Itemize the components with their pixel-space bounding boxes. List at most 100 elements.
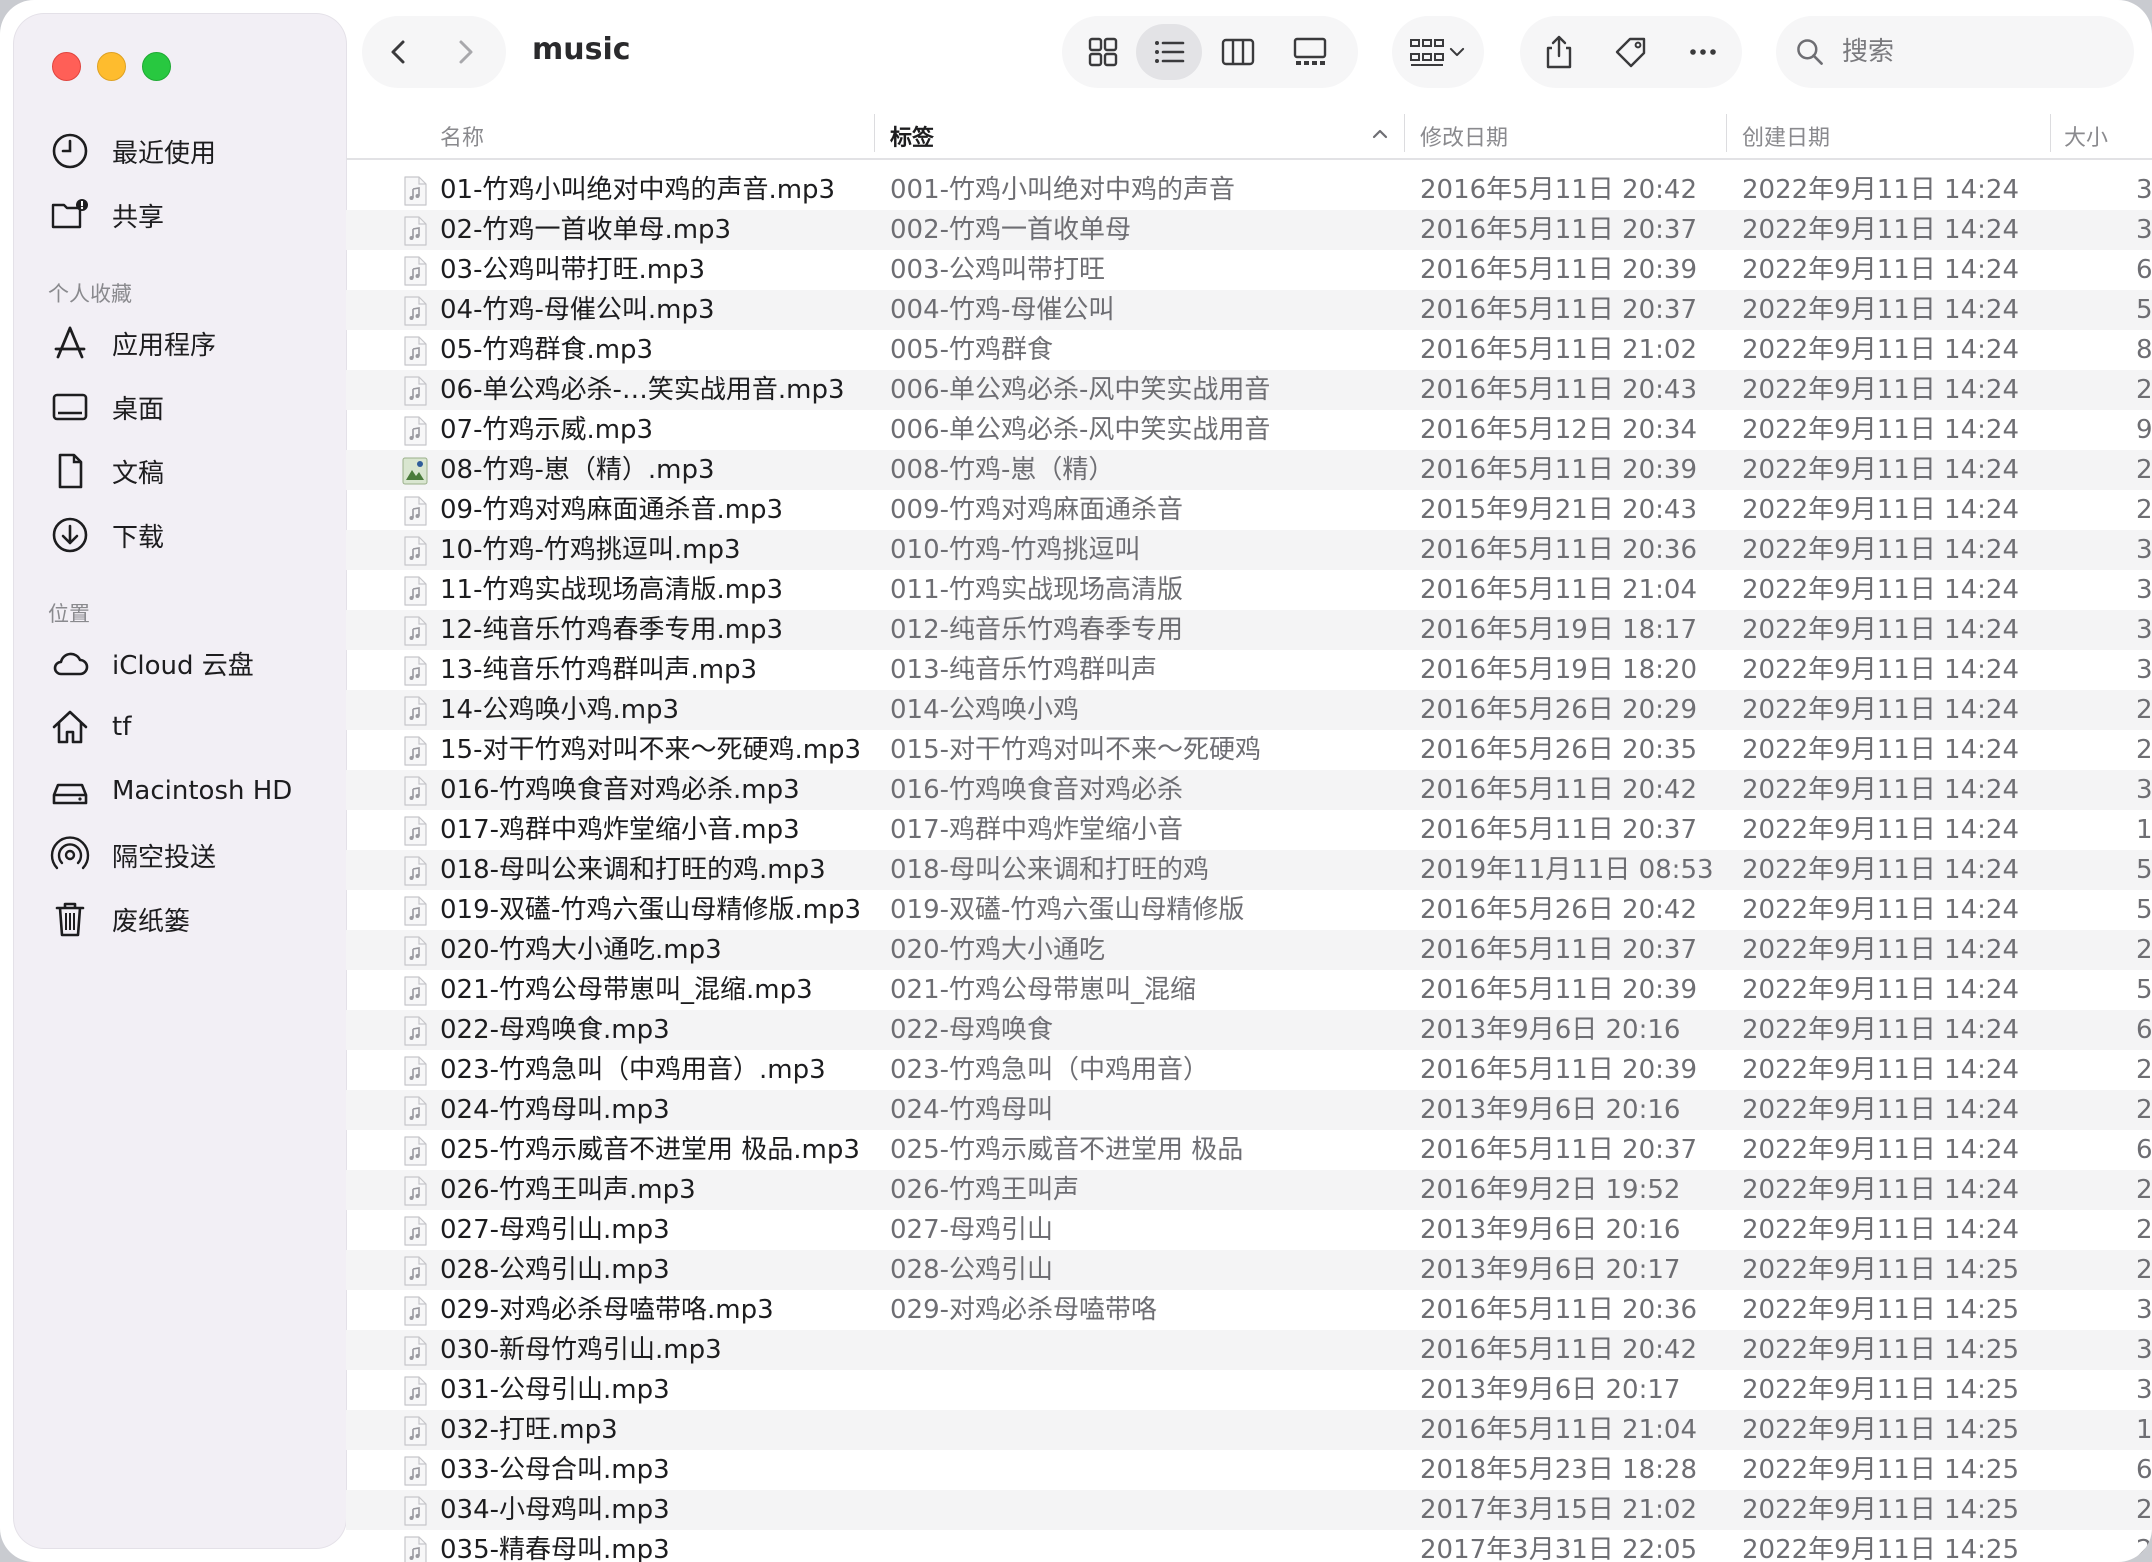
file-row[interactable]: 016-竹鸡唤食音对鸡必杀.mp3 016-竹鸡唤食音对鸡必杀 2016年5月11日… <box>346 770 2152 810</box>
search-input[interactable] <box>1840 36 2114 68</box>
file-row[interactable]: 09-竹鸡对鸡麻面通杀音.mp3 009-竹鸡对鸡麻面通杀音 2015年9月21日 … <box>346 490 2152 530</box>
more-actions-button[interactable] <box>1668 24 1738 80</box>
icon-view-button[interactable] <box>1070 24 1136 80</box>
view-mode-group <box>1062 16 1358 88</box>
column-header-created[interactable]: 创建日期 <box>1742 112 2042 160</box>
forward-button[interactable] <box>432 24 498 80</box>
audio-file-icon <box>404 736 427 766</box>
column-header-tags[interactable]: 标签 <box>890 112 1410 160</box>
file-modified-date: 2013年9月6日 20:17 <box>1420 1375 1681 1405</box>
file-row[interactable]: 03-公鸡叫带打旺.mp3 003-公鸡叫带打旺 2016年5月11日 20:39 2… <box>346 250 2152 290</box>
sidebar-item-shared[interactable]: 共享 <box>48 190 328 240</box>
group-by-button[interactable] <box>1392 16 1484 88</box>
file-row[interactable]: 029-对鸡必杀母嗑带咯.mp3 029-对鸡必杀母嗑带咯 2016年5月11日 2… <box>346 1290 2152 1330</box>
shared-folder-icon <box>48 193 92 237</box>
column-header-modified[interactable]: 修改日期 <box>1420 112 1720 160</box>
file-row[interactable]: 01-竹鸡小叫绝对中鸡的声音.mp3 001-竹鸡小叫绝对中鸡的声音 2016年5月… <box>346 170 2152 210</box>
file-row[interactable]: 13-纯音乐竹鸡群叫声.mp3 013-纯音乐竹鸡群叫声 2016年5月19日 18… <box>346 650 2152 690</box>
sidebar-item-recents[interactable]: 最近使用 <box>48 126 328 176</box>
file-row[interactable]: 031-公母引山.mp3 2013年9月6日 20:17 2022年9月11日 14… <box>346 1370 2152 1410</box>
file-modified-date: 2016年5月11日 20:37 <box>1420 1135 1697 1165</box>
file-row[interactable]: 017-鸡群中鸡炸堂缩小音.mp3 017-鸡群中鸡炸堂缩小音 2016年5月11日… <box>346 810 2152 850</box>
file-row[interactable]: 034-小母鸡叫.mp3 2017年3月15日 21:02 2022年9月11日 1… <box>346 1490 2152 1530</box>
disk-icon <box>48 769 92 813</box>
file-row[interactable]: 14-公鸡唤小鸡.mp3 014-公鸡唤小鸡 2016年5月26日 20:29 202… <box>346 690 2152 730</box>
file-row[interactable]: 028-公鸡引山.mp3 028-公鸡引山 2013年9月6日 20:17 2022年… <box>346 1250 2152 1290</box>
file-created-date: 2022年9月11日 14:25 <box>1742 1375 2019 1405</box>
zoom-window-button[interactable] <box>142 52 171 81</box>
sidebar-item-trash[interactable]: 废纸篓 <box>48 894 328 944</box>
list-view-button[interactable] <box>1136 24 1202 80</box>
file-row[interactable]: 023-竹鸡急叫（中鸡用音）.mp3 023-竹鸡急叫（中鸡用音） 2016年5月1… <box>346 1050 2152 1090</box>
navigation-buttons <box>362 16 506 88</box>
file-tag: 009-竹鸡对鸡麻面通杀音 <box>890 495 1184 525</box>
file-tag <box>890 1410 1400 1450</box>
chevron-left-icon <box>391 40 405 64</box>
audio-file-icon <box>404 256 427 286</box>
file-row[interactable]: 02-竹鸡一首收单母.mp3 002-竹鸡一首收单母 2016年5月11日 20:3… <box>346 210 2152 250</box>
close-window-button[interactable] <box>52 52 81 81</box>
sidebar-item-desktop[interactable]: 桌面 <box>48 382 328 432</box>
columns-icon <box>1221 38 1255 66</box>
file-name: 022-母鸡唤食.mp3 <box>440 1015 670 1045</box>
share-button[interactable] <box>1524 24 1594 80</box>
file-row[interactable]: 022-母鸡唤食.mp3 022-母鸡唤食 2013年9月6日 20:16 2022年… <box>346 1010 2152 1050</box>
file-tag: 006-单公鸡必杀-风中笑实战用音 <box>890 415 1271 445</box>
file-row[interactable]: 026-竹鸡王叫声.mp3 026-竹鸡王叫声 2016年9月2日 19:52 202… <box>346 1170 2152 1210</box>
file-modified-date: 2016年5月11日 20:42 <box>1420 175 1697 205</box>
file-row[interactable]: 11-竹鸡实战现场高清版.mp3 011-竹鸡实战现场高清版 2016年5月11日 … <box>346 570 2152 610</box>
file-row[interactable]: 030-新母竹鸡引山.mp3 2016年5月11日 20:42 2022年9月11日… <box>346 1330 2152 1370</box>
file-created-date: 2022年9月11日 14:25 <box>1742 1495 2019 1525</box>
file-row[interactable]: 04-竹鸡-母催公叫.mp3 004-竹鸡-母催公叫 2016年5月11日 20:3… <box>346 290 2152 330</box>
file-modified-date: 2016年9月2日 19:52 <box>1420 1175 1681 1205</box>
audio-file-icon <box>404 856 427 886</box>
file-name: 026-竹鸡王叫声.mp3 <box>440 1175 696 1205</box>
sidebar-item-airdrop[interactable]: 隔空投送 <box>48 830 328 880</box>
file-created-date: 2022年9月11日 14:25 <box>1742 1535 2019 1562</box>
audio-file-icon <box>404 176 427 206</box>
sidebar-item-applications[interactable]: 应用程序 <box>48 318 328 368</box>
file-size: 2 <box>2136 495 2152 525</box>
file-row[interactable]: 020-竹鸡大小通吃.mp3 020-竹鸡大小通吃 2016年5月11日 20:37… <box>346 930 2152 970</box>
file-modified-date: 2016年5月11日 20:36 <box>1420 535 1697 565</box>
file-row[interactable]: 15-对干竹鸡对叫不来～死硬鸡.mp3 015-对干竹鸡对叫不来～死硬鸡 2016年… <box>346 730 2152 770</box>
column-view-button[interactable] <box>1202 24 1274 80</box>
file-row[interactable]: 033-公母合叫.mp3 2018年5月23日 18:28 2022年9月11日 1… <box>346 1450 2152 1490</box>
sidebar-item-icloud[interactable]: iCloud 云盘 <box>48 638 328 688</box>
gallery-view-button[interactable] <box>1274 24 1346 80</box>
file-row[interactable]: 019-双礚-竹鸡六蛋山母精修版.mp3 019-双礚-竹鸡六蛋山母精修版 2016… <box>346 890 2152 930</box>
sidebar-item-macintosh-hd[interactable]: Macintosh HD <box>48 766 328 816</box>
file-name: 021-竹鸡公母带崽叫_混缩.mp3 <box>440 975 813 1005</box>
file-row[interactable]: 06-单公鸡必杀-…笑实战用音.mp3 006-单公鸡必杀-风中笑实战用音 2016… <box>346 370 2152 410</box>
file-row[interactable]: 021-竹鸡公母带崽叫_混缩.mp3 021-竹鸡公母带崽叫_混缩 2016年5月1… <box>346 970 2152 1010</box>
file-row[interactable]: 027-母鸡引山.mp3 027-母鸡引山 2013年9月6日 20:16 2022年… <box>346 1210 2152 1250</box>
sidebar-item-downloads[interactable]: 下载 <box>48 510 328 560</box>
file-name: 08-竹鸡-崽（精）.mp3 <box>440 455 715 485</box>
column-header-size[interactable]: 大小 <box>2064 112 2144 160</box>
file-row[interactable]: 018-母叫公来调和打旺的鸡.mp3 018-母叫公来调和打旺的鸡 2019年11月… <box>346 850 2152 890</box>
file-tag <box>890 1450 1400 1490</box>
file-row[interactable]: 032-打旺.mp3 2016年5月11日 21:04 2022年9月11日 14:… <box>346 1410 2152 1450</box>
file-row[interactable]: 025-竹鸡示威音不进堂用 极品.mp3 025-竹鸡示威音不进堂用 极品 2016… <box>346 1130 2152 1170</box>
audio-file-icon <box>404 776 427 806</box>
file-row[interactable]: 024-竹鸡母叫.mp3 024-竹鸡母叫 2013年9月6日 20:16 2022年… <box>346 1090 2152 1130</box>
file-row[interactable]: 07-竹鸡示威.mp3 006-单公鸡必杀-风中笑实战用音 2016年5月12日 2… <box>346 410 2152 450</box>
column-header-label: 大小 <box>2064 126 2109 151</box>
back-button[interactable] <box>366 24 432 80</box>
column-header-name[interactable]: 名称 <box>440 112 860 160</box>
tags-button[interactable] <box>1594 24 1668 80</box>
file-row[interactable]: 05-竹鸡群食.mp3 005-竹鸡群食 2016年5月11日 21:02 2022年… <box>346 330 2152 370</box>
minimize-window-button[interactable] <box>97 52 126 81</box>
file-row[interactable]: 035-精春母叫.mp3 2017年3月31日 22:05 2022年9月11日 1… <box>346 1530 2152 1562</box>
file-modified-date: 2016年5月11日 20:39 <box>1420 1055 1697 1085</box>
file-tag: 018-母叫公来调和打旺的鸡 <box>890 855 1210 885</box>
file-row[interactable]: 08-竹鸡-崽（精）.mp3 008-竹鸡-崽（精） 2016年5月11日 20:3… <box>346 450 2152 490</box>
sidebar-item-home[interactable]: tf <box>48 702 328 752</box>
audio-file-icon <box>404 1136 427 1166</box>
file-row[interactable]: 10-竹鸡-竹鸡挑逗叫.mp3 010-竹鸡-竹鸡挑逗叫 2016年5月11日 20… <box>346 530 2152 570</box>
sidebar-item-documents[interactable]: 文稿 <box>48 446 328 496</box>
file-modified-date: 2016年5月11日 20:42 <box>1420 775 1697 805</box>
file-tag: 001-竹鸡小叫绝对中鸡的声音 <box>890 175 1236 205</box>
search-field[interactable] <box>1776 16 2134 88</box>
file-row[interactable]: 12-纯音乐竹鸡春季专用.mp3 012-纯音乐竹鸡春季专用 2016年5月19日 … <box>346 610 2152 650</box>
